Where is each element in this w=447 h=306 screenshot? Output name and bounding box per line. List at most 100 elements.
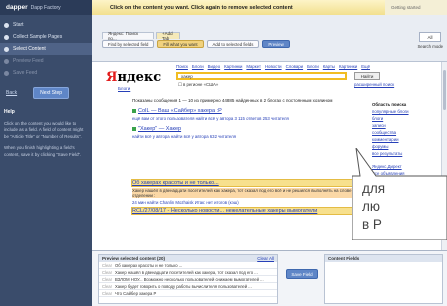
scope-link[interactable]: сообщества [372,130,442,135]
app-logo: dapper Dapp Factory [0,0,92,15]
browser-header: Яндекс: Поиск по... +Add Tab Find by sel… [92,15,447,62]
next-step-button[interactable]: Next Step [33,87,70,99]
yandex-search-input[interactable]: хакер [176,72,347,80]
scope-link[interactable]: комментарии [372,137,442,142]
tab-yandex[interactable]: Яндекс: Поиск по... [102,31,154,41]
advanced-search-link[interactable]: расширенный поиск [354,82,394,87]
result-links[interactable]: найти всё у автора найти всё у автора 63… [132,134,372,139]
step-start[interactable]: Start [0,19,92,31]
yandex-link[interactable]: Карты [323,64,335,69]
region-label: в регионе «США» [183,82,219,87]
back-link[interactable]: Back [6,90,17,96]
app-name: dapper [6,4,28,11]
scope-link[interactable]: записи [372,123,442,128]
preview-header: Preview selected content (20) Clear All [99,255,277,262]
header-right-text[interactable]: Getting started [385,0,447,15]
result-title[interactable]: Об хакерах красоты и не только... [132,180,219,186]
results-count: Показаны сообщения 1 — 10 из примерно 44… [132,98,333,103]
browser-toolbar: Find by selected field Fill what you wan… [102,40,290,48]
step-label: Save Feed [13,70,38,76]
step-nav: Back Next Step [0,87,92,99]
yandex-link[interactable]: Картинки [339,64,357,69]
step-bullet-icon [4,46,9,52]
step-bullet-icon [4,58,9,64]
yandex-link[interactable]: Словари [286,64,303,69]
preview-row: Clear Об хакерах красоты и не только ... [99,262,277,269]
callout-line: лю [362,199,381,214]
instruction-banner: Click on the content you want. Click aga… [92,0,385,15]
tab-add[interactable]: +Add Tab [156,31,180,41]
scope-link[interactable]: блоги [372,116,442,121]
help-paragraph: When you finish highlighting a field's c… [4,145,82,157]
step-label: Start [13,22,24,28]
search-result[interactable]: CoIL — Ваш «Сайбер» хакера :Р ещё вам от… [132,108,372,121]
step-collect-sample-pages[interactable]: Collect Sample Pages [0,31,92,43]
app-subtitle: Dapp Factory [30,4,61,11]
result-title[interactable]: "Хакер" — Хакер [138,126,181,132]
yandex-link[interactable]: Видео [208,64,221,69]
preview-row: Clear Что Сайбер хакера Р [99,290,277,297]
result-links[interactable]: ещё вам от этого пользователя найти всё … [132,116,372,121]
scope-link[interactable]: популярные блоги [372,109,442,114]
search-scope-title: Область поиска [372,102,407,107]
step-label: Select Content [13,46,46,52]
callout-bubble: для лю в Р [352,148,447,240]
yandex-link[interactable]: Поиск [176,64,188,69]
fill-what-you-want-button[interactable]: Fill what you want [157,40,204,48]
yandex-link[interactable]: Ещё [361,64,370,69]
search-result[interactable]: "Хакер" — Хакер найти всё у автора найти… [132,126,372,139]
step-bullet-icon [4,22,9,28]
clear-all-link[interactable]: Clear All [257,256,274,261]
yandex-link[interactable]: Картинки [224,64,242,69]
preview-row-text: Хакер нашёл в двенадцати посетителей как… [115,269,258,275]
blog-icon [132,126,136,131]
yandex-link[interactable]: Маркет [246,64,261,69]
find-by-field-button[interactable]: Find by selected field [102,40,155,48]
preview-selected-panel: Preview selected content (20) Clear All … [98,254,278,304]
blog-icon [132,108,136,113]
result-title[interactable]: CoIL — Ваш «Сайбер» хакера :Р [138,108,222,114]
preview-row-text: ВЗЛОМ НОУ... Возможно несколько пользова… [115,276,264,282]
preview-title: Preview selected content (20) [102,256,166,261]
step-bullet-icon [4,70,9,76]
yandex-logo[interactable]: Яндекс [106,70,161,85]
bottom-panel: Preview selected content (20) Clear All … [92,250,447,306]
search-result-selected[interactable]: Об хакерах красоты и не только... Хакер … [131,179,373,205]
step-label: Collect Sample Pages [13,34,63,40]
preview-button[interactable]: Preview [262,40,290,48]
region-checkbox[interactable]: ☐ в регионе «США» [178,82,218,88]
top-bar: dapper Dapp Factory Click on the content… [0,0,447,15]
step-bullet-icon [4,34,9,40]
step-select-content[interactable]: Select Content [0,43,92,55]
preview-row-text: Что Сайбер хакера Р [115,290,157,296]
yandex-link[interactable]: Новости [265,64,282,69]
scrollbar-thumb[interactable] [443,70,446,110]
preview-row: Clear Хакер нашёл в двенадцати посетителе… [99,269,277,276]
content-fields-title: Content Fields [325,255,442,262]
preview-row-text: Об хакерах красоты и не только ... [115,262,183,268]
preview-row: Clear Хакер будет говорить о поводу работ… [99,283,277,290]
yandex-link[interactable]: Блоги [192,64,204,69]
yandex-find-button[interactable]: Найти [354,72,380,80]
search-result-selected[interactable]: RCL/27/08/17 - Несколько новости... неже… [131,207,373,215]
preview-row: Clear ВЗЛОМ НОУ... Возможно несколько пол… [99,276,277,283]
result-links[interactable]: 24 мин найти Chanlin Mozhaisk Итак: нет … [132,200,372,205]
callout-line: в Р [362,217,382,232]
yandex-logo-sub[interactable]: Блоги [118,86,130,91]
save-field-button[interactable]: Save Field [286,269,318,279]
search-mode-label[interactable]: Search mode [417,44,443,49]
yandex-top-links: Поиск Блоги Видео Картинки Маркет Новост… [176,64,370,69]
content-fields-panel: Content Fields [324,254,443,304]
callout-text: для лю в Р [362,180,385,234]
step-preview-feed: Preview Feed [0,55,92,67]
result-title[interactable]: RCL/27/08/17 - Несколько новости... неже… [132,208,317,214]
result-snippet[interactable]: Хакер нашёл в двенадцати посетителей как… [132,188,372,198]
preview-row-text: Хакер будет говорить о поводу работы выч… [115,283,252,289]
yandex-link[interactable]: Блоги [307,64,319,69]
add-to-fields-button[interactable]: Add to selected fields [206,40,260,48]
sidebar: Start Collect Sample Pages Select Conten… [0,15,92,306]
callout-line: для [362,181,386,196]
help-paragraph: Click on the content you would like to i… [4,121,84,139]
zoom-select[interactable]: All [419,32,441,42]
step-save-feed: Save Feed [0,67,92,79]
